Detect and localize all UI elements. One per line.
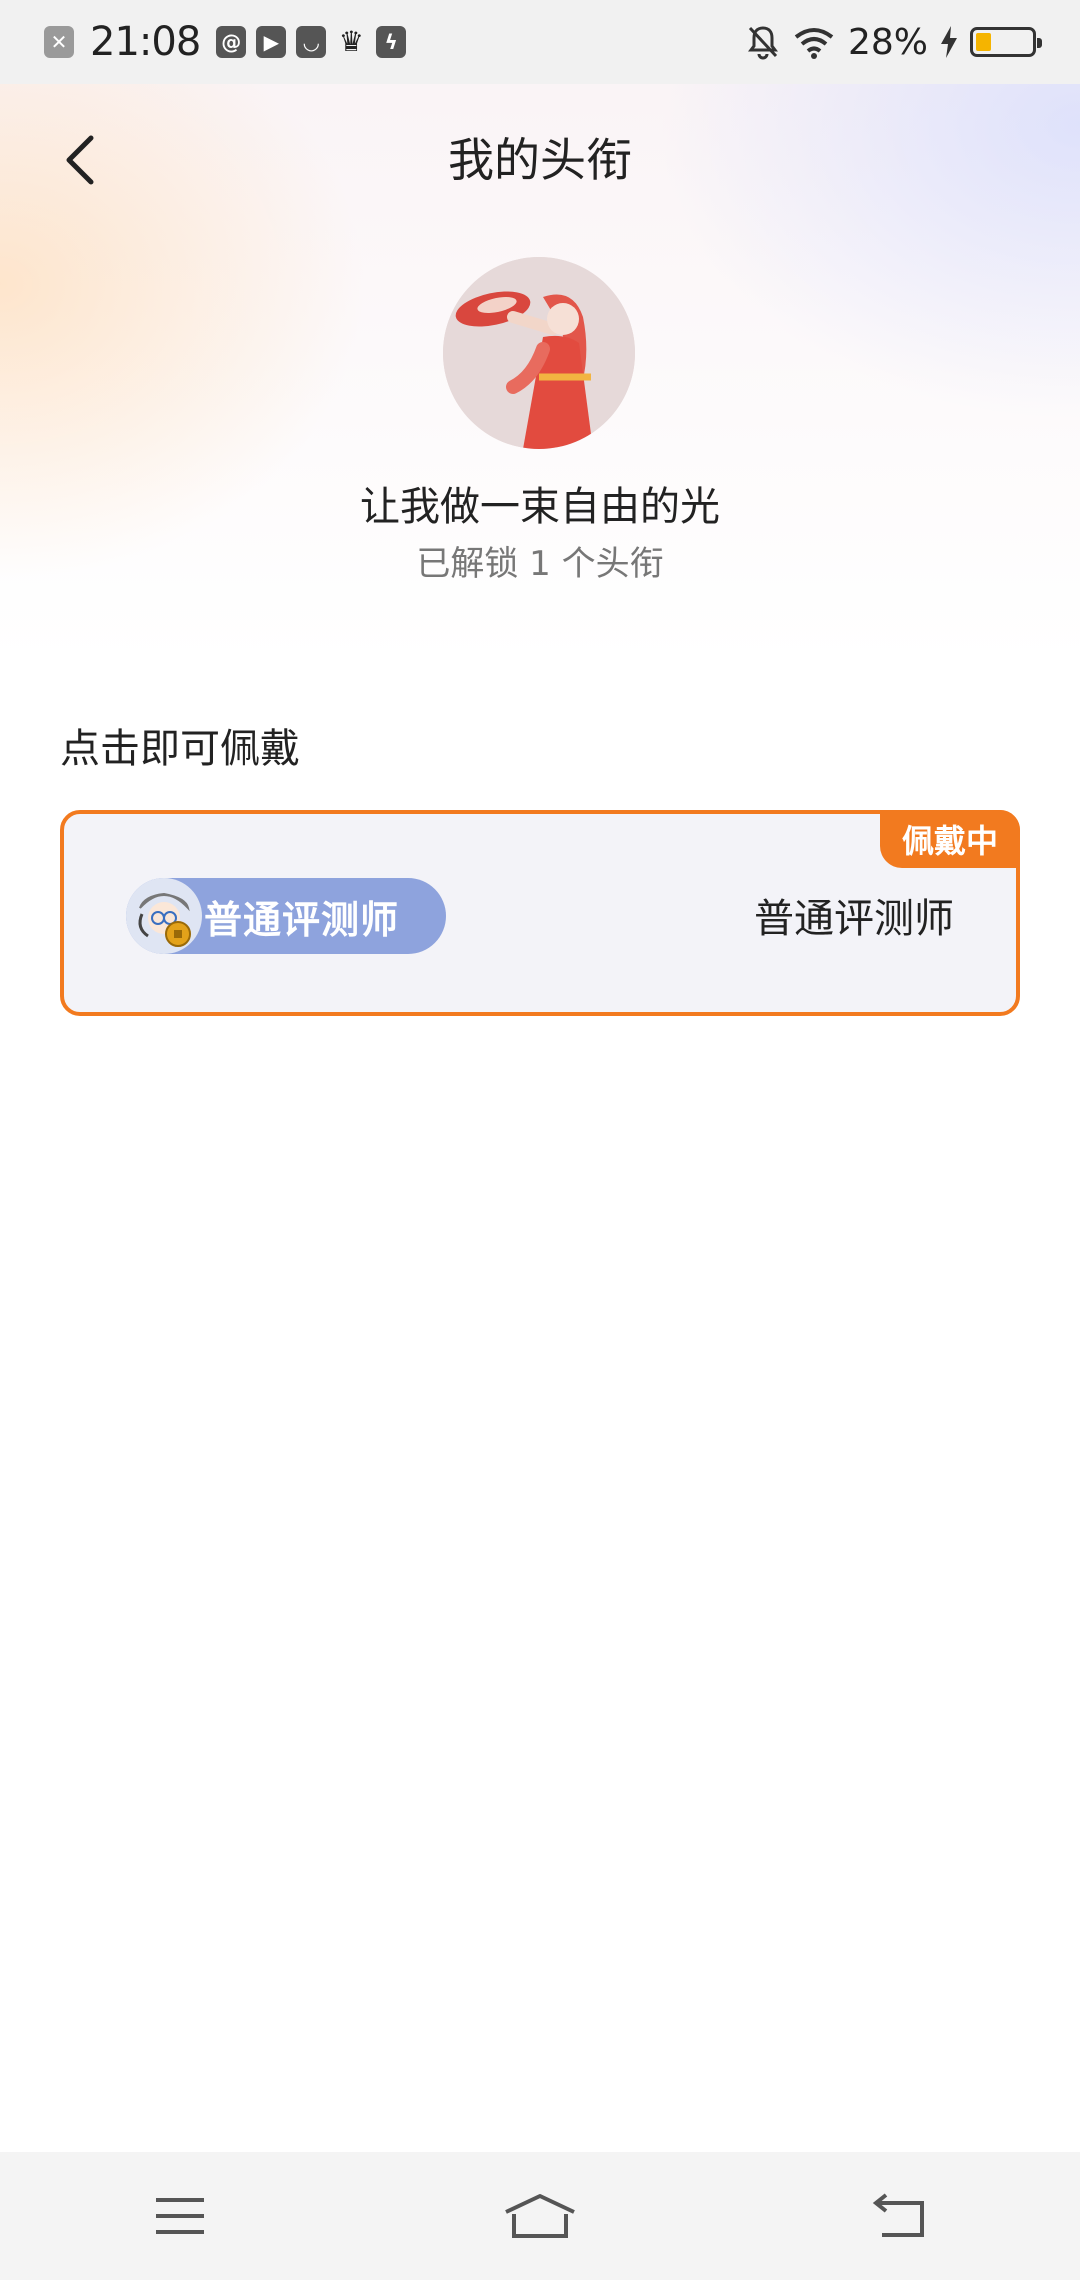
avatar[interactable] (443, 257, 635, 449)
bell-off-icon (747, 26, 778, 60)
menu-icon (156, 2198, 204, 2234)
close-app-icon: ✕ (44, 26, 74, 58)
battery-level (976, 33, 992, 51)
home-button[interactable] (480, 2176, 600, 2256)
username: 让我做一束自由的光 (360, 484, 720, 530)
title-name: 普通评测师 (754, 896, 954, 942)
page-title: 我的头衔 (448, 133, 632, 187)
status-time: 21:08 (90, 19, 201, 65)
charging-icon (941, 26, 957, 58)
status-left: ✕ 21:08 @ ▶ ◡ ♛ ϟ (44, 19, 407, 65)
system-nav-bar (0, 2152, 1080, 2280)
section-label: 点击即可佩戴 (60, 726, 300, 772)
title-pill: 普通评测师 (126, 878, 446, 954)
bolt-app-icon: ϟ (376, 26, 407, 58)
unlock-count: 已解锁 1 个头衔 (416, 544, 664, 584)
status-right: 28% (746, 21, 1042, 63)
back-nav-button[interactable] (840, 2176, 960, 2256)
avatar-illustration (443, 257, 635, 449)
pocket-app-icon: ◡ (296, 26, 327, 58)
status-bar: ✕ 21:08 @ ▶ ◡ ♛ ϟ 28% (0, 0, 1080, 84)
wearing-badge: 佩戴中 (880, 810, 1020, 868)
back-icon (872, 2193, 924, 2237)
play-app-icon: ▶ (256, 26, 287, 58)
title-card[interactable]: 佩戴中 普通评测师 普通评测师 (60, 810, 1020, 1016)
crown-app-icon: ♛ (338, 25, 364, 58)
wifi-icon (794, 28, 834, 59)
home-icon (505, 2194, 575, 2238)
menu-button[interactable] (120, 2176, 240, 2256)
at-app-icon: @ (216, 26, 247, 58)
battery-icon (970, 27, 1042, 57)
title-pill-label: 普通评测师 (204, 897, 400, 942)
battery-percent: 28% (847, 21, 928, 63)
reviewer-mascot-icon (126, 878, 202, 954)
